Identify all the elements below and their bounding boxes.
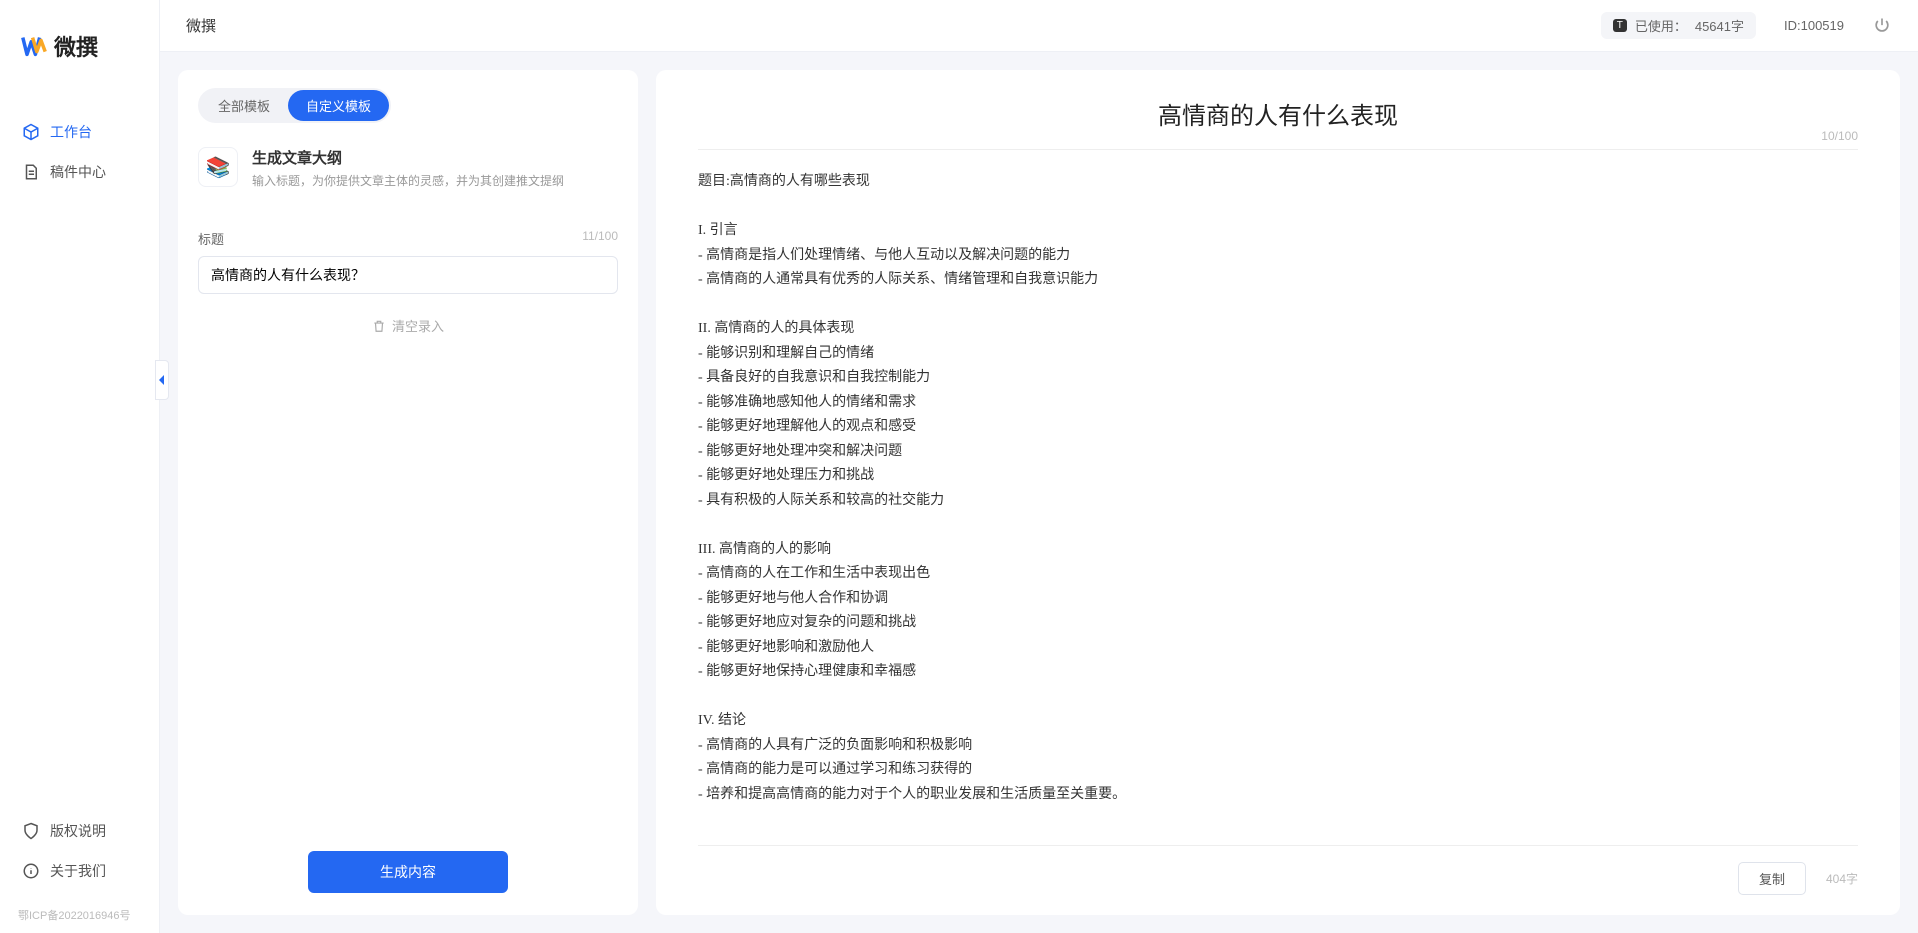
tab-custom-templates[interactable]: 自定义模板	[288, 90, 389, 121]
output-title: 高情商的人有什么表现	[698, 96, 1858, 131]
input-panel: 全部模板 自定义模板 📚 生成文章大纲 输入标题，为你提供文章主体的灵感，并为其…	[178, 70, 638, 915]
tab-all-templates[interactable]: 全部模板	[200, 90, 288, 121]
nav-label: 稿件中心	[50, 162, 106, 182]
nav-about[interactable]: 关于我们	[0, 851, 159, 891]
generate-button[interactable]: 生成内容	[308, 851, 508, 893]
output-title-count: 10/100	[1821, 129, 1858, 143]
topbar: 微撰 T 已使用： 45641字 ID:100519	[160, 0, 1918, 52]
usage-badge: T	[1613, 19, 1627, 32]
trash-icon	[372, 319, 386, 333]
template-tabs: 全部模板 自定义模板	[198, 88, 391, 123]
usage-indicator[interactable]: T 已使用： 45641字	[1601, 12, 1756, 39]
nav-secondary: 版权说明 关于我们	[0, 811, 159, 901]
document-icon	[22, 163, 40, 181]
icp-text: 鄂ICP备2022016946号	[0, 901, 159, 933]
sidebar: 微撰 工作台 稿件中心 版权说明 关于我们 鄂ICP备2022016946号	[0, 0, 160, 933]
output-word-count: 404字	[1826, 870, 1858, 887]
title-field-label: 标题	[198, 229, 224, 248]
clear-input-button[interactable]: 清空录入	[198, 316, 618, 335]
template-desc: 输入标题，为你提供文章主体的灵感，并为其创建推文提纲	[252, 172, 564, 189]
clear-input-label: 清空录入	[392, 316, 444, 335]
nav-label: 工作台	[50, 122, 92, 142]
title-input[interactable]	[198, 256, 618, 294]
cube-icon	[22, 123, 40, 141]
nav-primary: 工作台 稿件中心	[0, 82, 159, 811]
template-title: 生成文章大纲	[252, 147, 564, 168]
brand-name: 微撰	[54, 30, 98, 62]
usage-value: 45641字	[1695, 16, 1744, 35]
usage-label: 已使用：	[1635, 16, 1687, 35]
title-char-count: 11/100	[582, 229, 618, 248]
template-icon: 📚	[198, 147, 238, 187]
template-card: 📚 生成文章大纲 输入标题，为你提供文章主体的灵感，并为其创建推文提纲	[198, 141, 618, 209]
output-body[interactable]: 题目:高情商的人有哪些表现 I. 引言 - 高情商是指人们处理情绪、与他人互动以…	[698, 150, 1858, 835]
info-icon	[22, 862, 40, 880]
chevron-left-icon	[158, 374, 166, 386]
brand-logo: 微撰	[0, 0, 159, 82]
user-id: ID:100519	[1784, 18, 1844, 33]
nav-drafts[interactable]: 稿件中心	[0, 152, 159, 192]
page-title: 微撰	[186, 15, 216, 36]
sidebar-collapse-button[interactable]	[155, 360, 169, 400]
copy-button[interactable]: 复制	[1738, 862, 1806, 895]
logo-icon	[20, 32, 48, 60]
nav-label: 版权说明	[50, 821, 106, 841]
shield-icon	[22, 822, 40, 840]
output-panel: 高情商的人有什么表现 10/100 题目:高情商的人有哪些表现 I. 引言 - …	[656, 70, 1900, 915]
nav-label: 关于我们	[50, 861, 106, 881]
nav-workbench[interactable]: 工作台	[0, 112, 159, 152]
nav-copyright[interactable]: 版权说明	[0, 811, 159, 851]
power-icon[interactable]	[1872, 16, 1892, 36]
